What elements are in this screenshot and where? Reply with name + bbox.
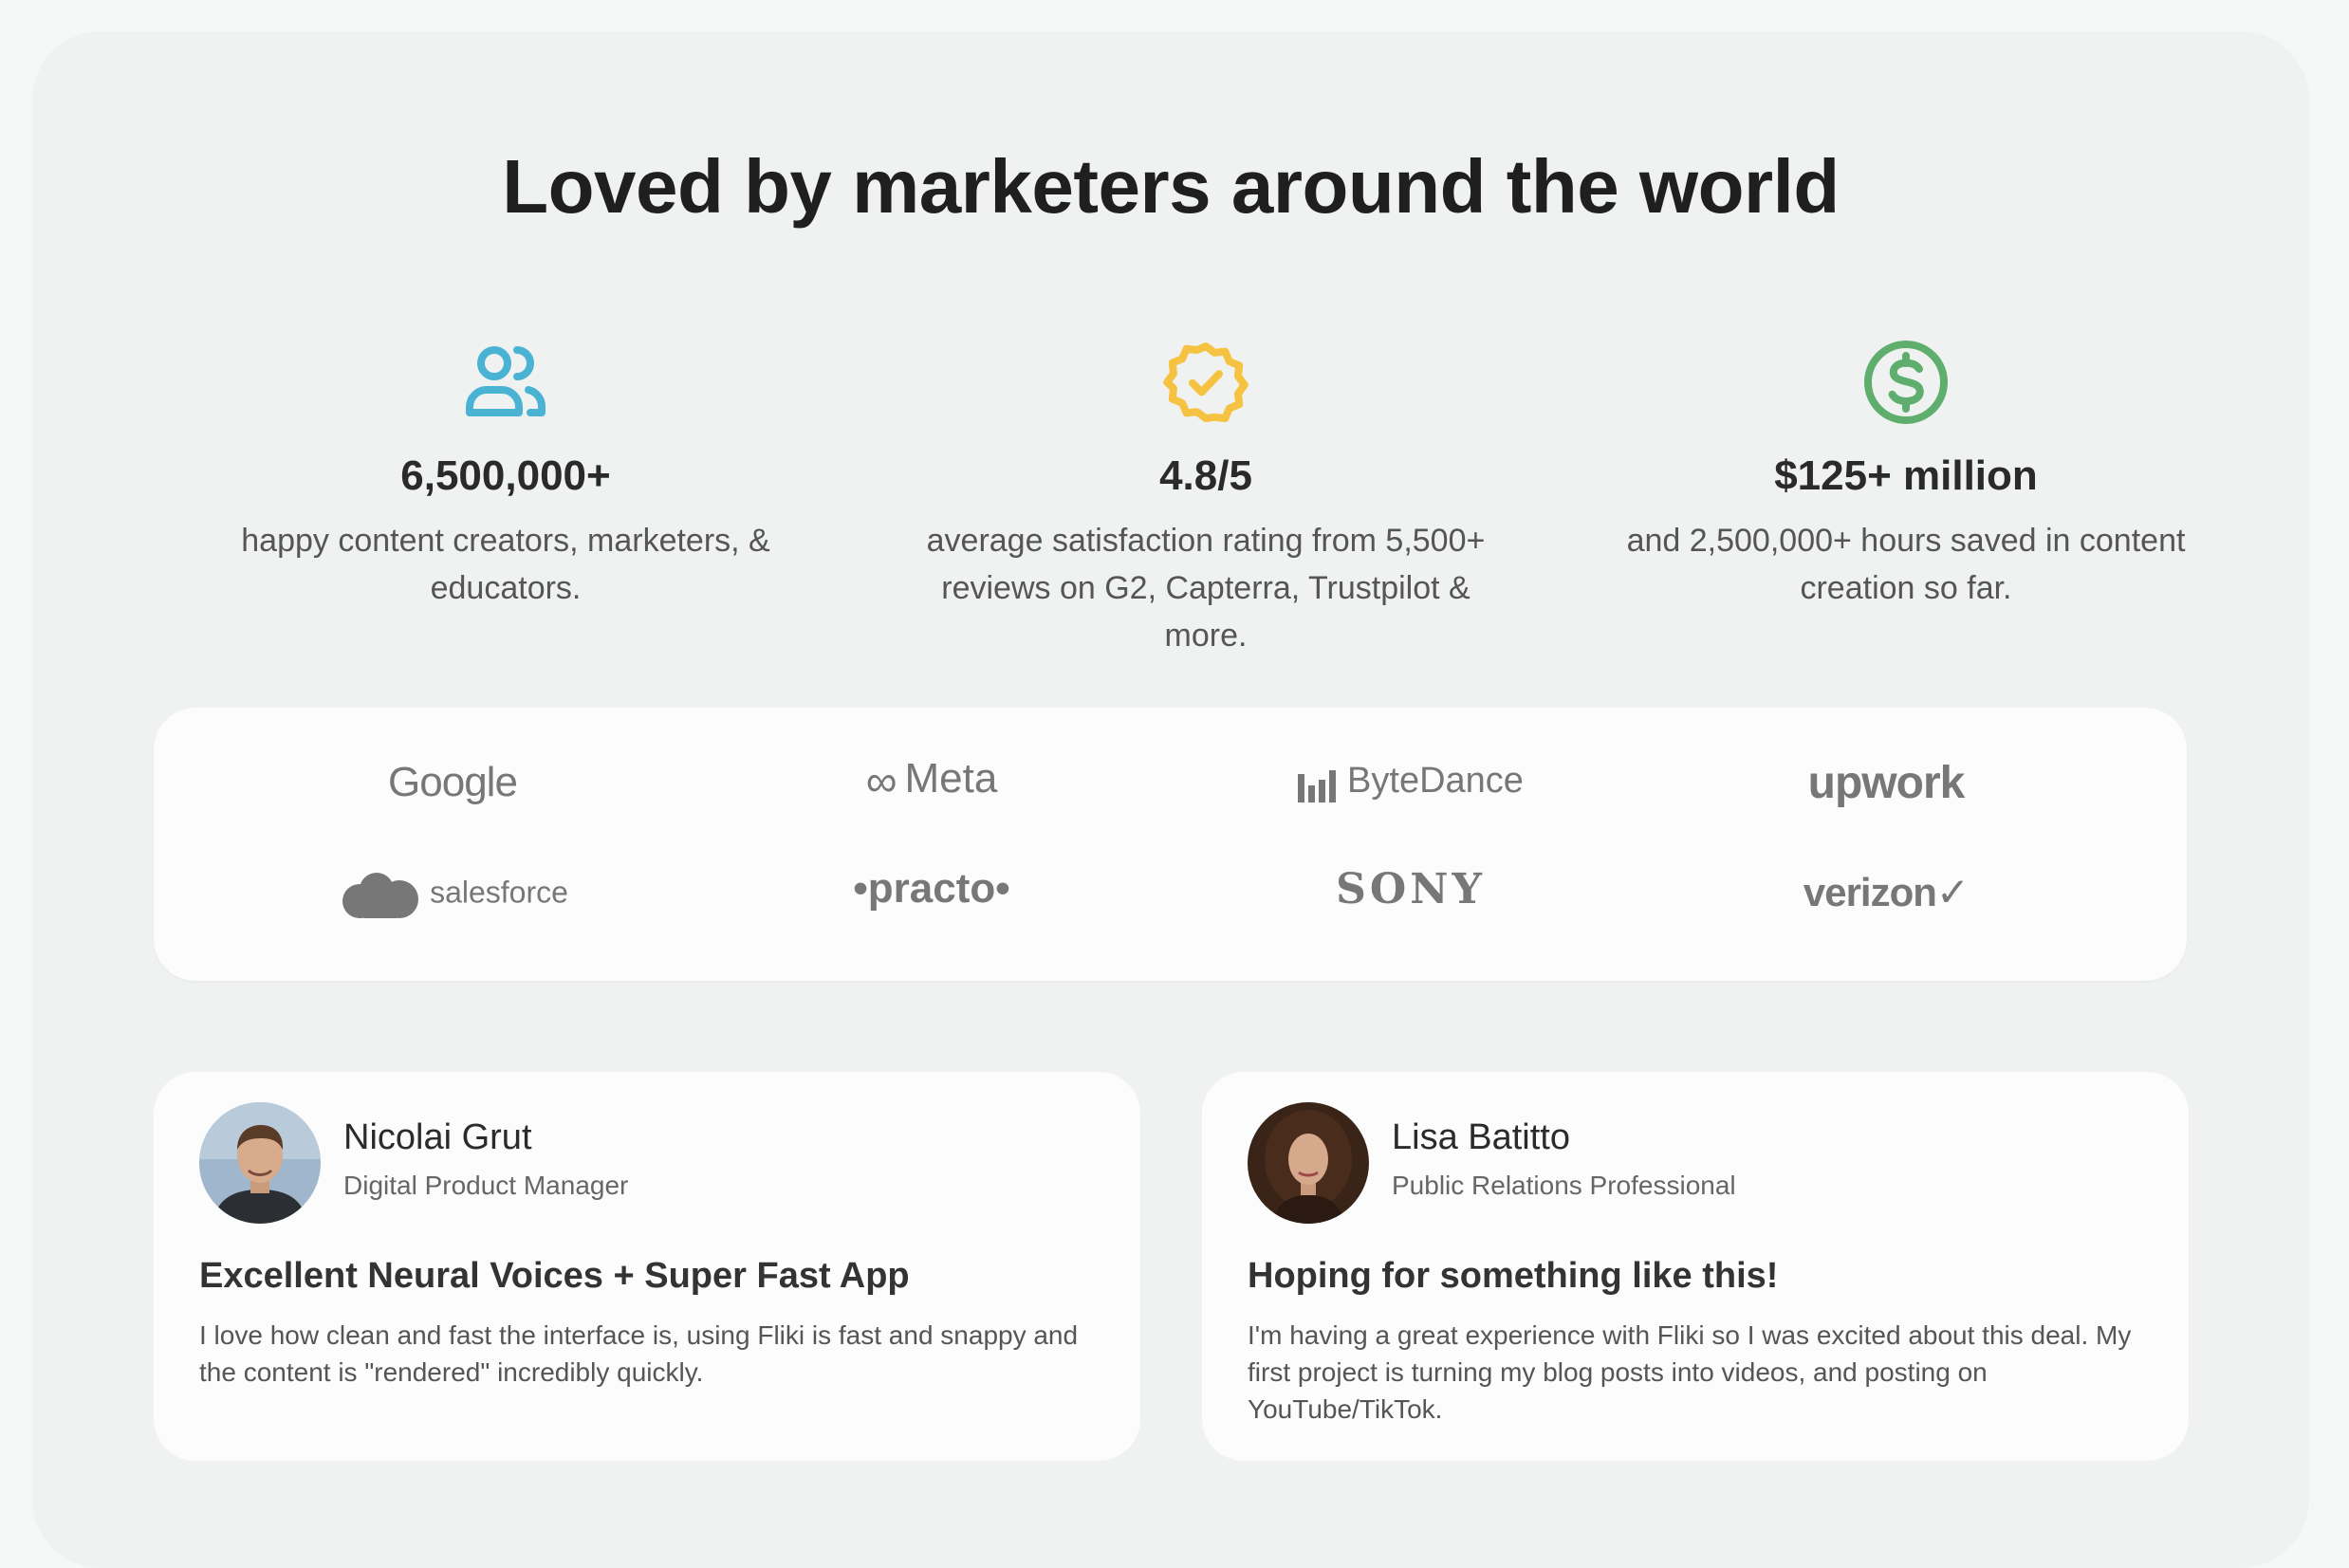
upwork-logo: upwork: [1744, 757, 2028, 809]
stat-description: and 2,500,000+ hours saved in content cr…: [1626, 523, 2186, 606]
verizon-logo-text: verizon✓: [1803, 870, 1970, 914]
stat-rating: 4.8/5 average satisfaction rating from 5…: [856, 337, 1556, 659]
sony-logo: SONY: [1268, 865, 1553, 913]
infinity-icon: ∞: [865, 756, 897, 806]
reviewer-role: Public Relations Professional: [1392, 1171, 1736, 1200]
review-body: I love how clean and fast the interface …: [199, 1320, 1079, 1387]
practo-logo-text: •practo•: [853, 865, 1010, 912]
review-title: Excellent Neural Voices + Super Fast App: [199, 1256, 910, 1296]
stats-row: 6,500,000+ happy content creators, marke…: [156, 337, 2257, 659]
customer-logos: Google ∞ Meta ByteDance upwork salesforce…: [154, 708, 2187, 981]
section-headline: Loved by marketers around the world: [502, 144, 1840, 229]
stat-savings: $125+ million and 2,500,000+ hours saved…: [1556, 337, 2256, 659]
bytedance-logo: ByteDance: [1268, 761, 1553, 803]
verizon-logo: verizon✓: [1744, 869, 2028, 915]
review-title: Hoping for something like this!: [1248, 1256, 1779, 1296]
avatar-photo-icon: [199, 1102, 321, 1224]
stat-value: 6,500,000+: [400, 452, 611, 499]
practo-logo: •practo•: [789, 865, 1074, 913]
salesforce-logo: salesforce: [313, 871, 598, 918]
stat-users: 6,500,000+ happy content creators, marke…: [156, 337, 856, 659]
avatar: [1248, 1102, 1369, 1224]
reviewer-role: Digital Product Manager: [343, 1171, 629, 1200]
salesforce-logo-text: salesforce: [430, 875, 568, 910]
stat-description: average satisfaction rating from 5,500+ …: [926, 523, 1486, 654]
upwork-logo-text: upwork: [1807, 758, 1966, 808]
meta-logo: ∞ Meta: [789, 755, 1074, 806]
users-icon: [466, 346, 546, 416]
stat-description: happy content creators, marketers, & edu…: [241, 523, 770, 606]
testimonial-card: Lisa Batitto Public Relations Profession…: [1202, 1072, 2189, 1461]
reviewer-name: Nicolai Grut: [343, 1117, 532, 1157]
sony-logo-text: SONY: [1336, 865, 1486, 913]
verified-badge-icon: [1163, 342, 1248, 422]
cloud-icon: [342, 871, 419, 918]
dollar-circle-icon: [1864, 341, 1948, 424]
testimonial-card: Nicolai Grut Digital Product Manager Exc…: [154, 1072, 1140, 1461]
google-logo: Google: [310, 759, 595, 806]
stat-value: 4.8/5: [1159, 452, 1252, 499]
review-body: I'm having a great experience with Fliki…: [1248, 1320, 2132, 1424]
bytedance-logo-text: ByteDance: [1347, 761, 1524, 801]
meta-logo-text: Meta: [904, 755, 998, 802]
stat-value: $125+ million: [1774, 452, 2038, 499]
avatar: [199, 1102, 321, 1224]
google-logo-text: Google: [388, 759, 518, 805]
avatar-photo-icon: [1248, 1102, 1369, 1224]
reviewer-name: Lisa Batitto: [1392, 1117, 1570, 1157]
bytedance-bars-icon: [1298, 762, 1340, 803]
